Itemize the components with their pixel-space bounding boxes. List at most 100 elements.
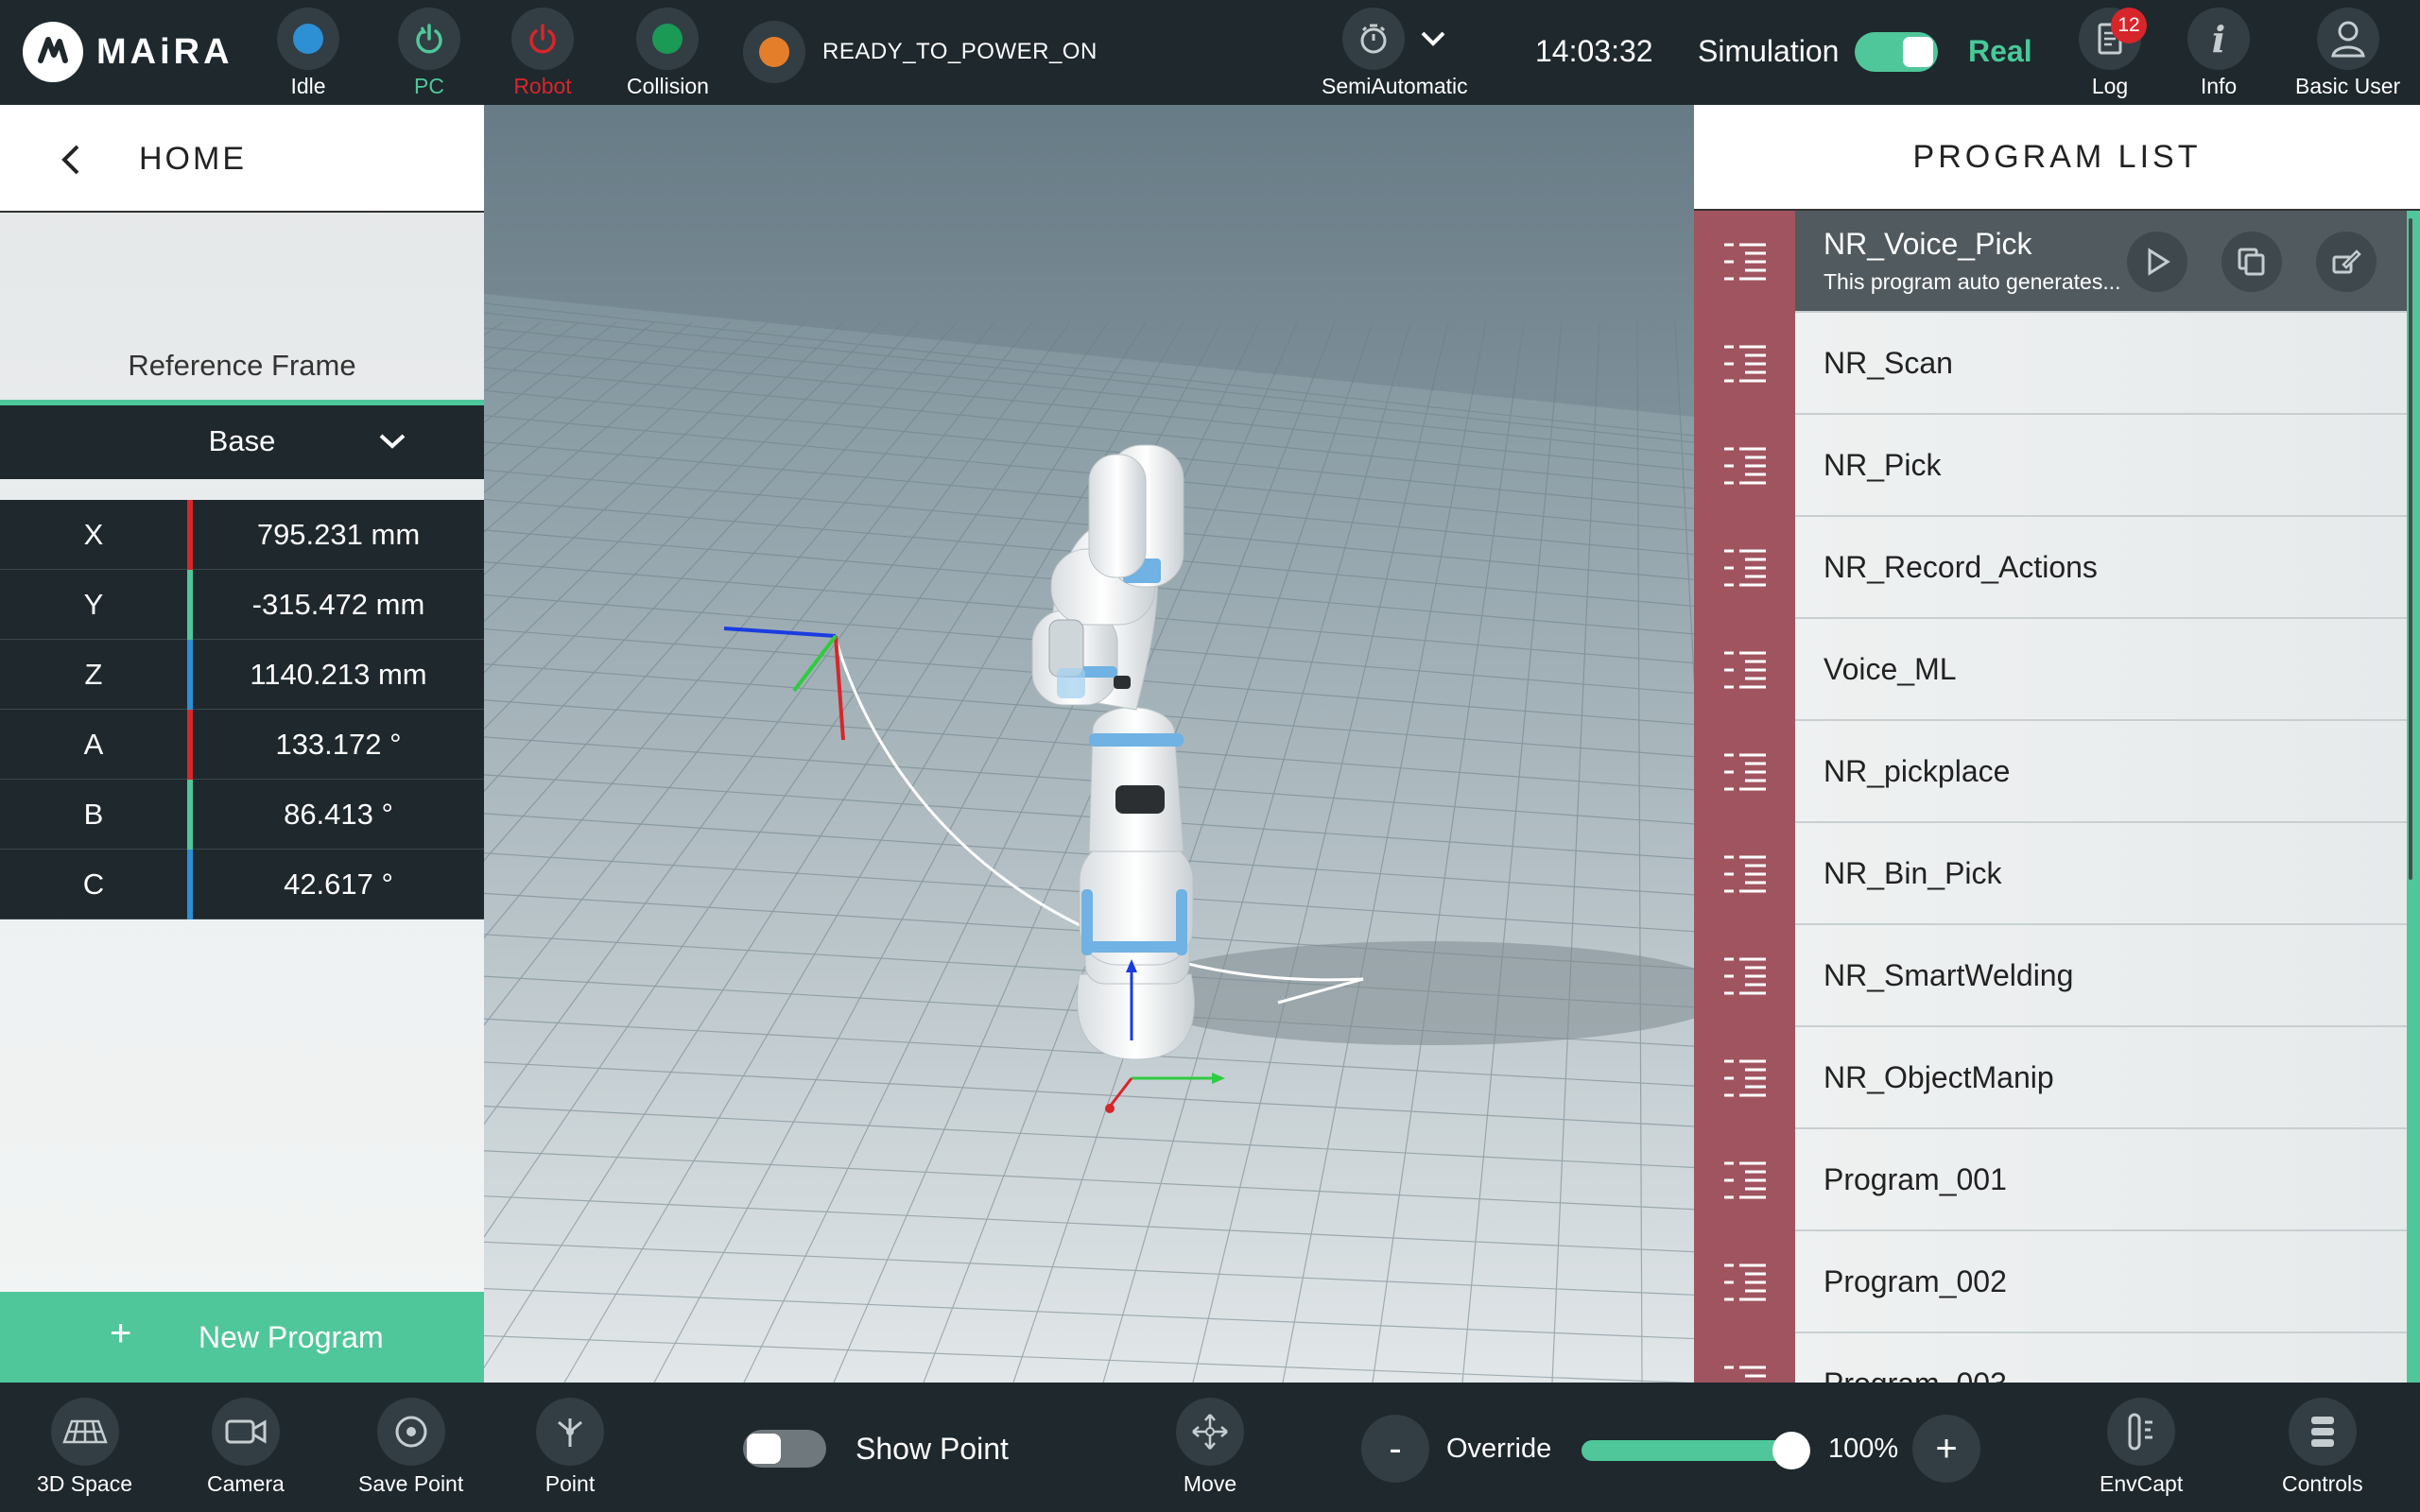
program-row[interactable]: Program_001 xyxy=(1694,1129,2420,1231)
info-button[interactable]: i Info xyxy=(2187,8,2250,99)
status-collision[interactable]: Collision xyxy=(627,8,709,99)
simulation-label: Simulation xyxy=(1698,34,1840,68)
program-list-icon xyxy=(1694,721,1795,823)
override-decrease-button[interactable]: - xyxy=(1361,1415,1429,1483)
program-list-icon xyxy=(1694,1129,1795,1231)
show-point-toggle[interactable] xyxy=(743,1430,826,1468)
coord-value: 795.231 mm xyxy=(256,517,421,551)
plus-icon: + xyxy=(110,1313,132,1354)
scrollbar-thumb[interactable] xyxy=(2409,218,2412,880)
program-row[interactable]: NR_Scan xyxy=(1694,313,2420,415)
program-row[interactable]: NR_Bin_Pick xyxy=(1694,823,2420,925)
log-label: Log xyxy=(2091,74,2129,98)
3d-grid-icon xyxy=(50,1398,119,1466)
coordinate-table: X 795.231 mm Y -315.472 mm Z 1140.213 mm A 1… xyxy=(0,499,484,919)
override-slider-handle[interactable] xyxy=(1772,1432,1810,1469)
status-pc[interactable]: PC xyxy=(398,8,460,99)
move-button[interactable]: Move xyxy=(1176,1398,1244,1497)
reference-frame-select[interactable]: Base xyxy=(0,400,484,479)
coord-row-a: A 133.172 ° xyxy=(0,709,484,780)
copy-icon xyxy=(2238,248,2265,276)
program-list-header: PROGRAM LIST xyxy=(1694,105,2420,211)
edit-program-button[interactable] xyxy=(2316,232,2377,292)
stopwatch-icon xyxy=(1342,8,1406,70)
program-list-icon xyxy=(1694,517,1795,619)
coord-value: 42.617 ° xyxy=(284,867,393,901)
program-row[interactable]: NR_Pick xyxy=(1694,415,2420,517)
user-button[interactable]: Basic User xyxy=(2295,8,2400,99)
program-name: NR_Record_Actions xyxy=(1824,549,2098,584)
toggle-knob xyxy=(1903,37,1933,67)
mode-selector[interactable]: SemiAutomatic xyxy=(1322,8,1468,99)
status-robot[interactable]: Robot xyxy=(511,8,574,99)
status-pc-label: PC xyxy=(414,74,444,98)
program-row[interactable]: Program_002 xyxy=(1694,1231,2420,1333)
coord-row-x: X 795.231 mm xyxy=(0,499,484,570)
program-row[interactable]: NR_SmartWelding xyxy=(1694,925,2420,1027)
play-icon xyxy=(2148,248,2170,276)
program-list: NR_Voice_Pick This program auto generates… xyxy=(1694,211,2420,1383)
program-row[interactable]: NR_Record_Actions xyxy=(1694,517,2420,619)
scene-3d xyxy=(484,294,1694,1383)
program-row[interactable]: Voice_ML xyxy=(1694,619,2420,721)
coord-value: 133.172 ° xyxy=(275,727,402,761)
program-list-panel: PROGRAM LIST NR_Voice_Pick This program a… xyxy=(1694,105,2420,1383)
program-row[interactable]: Program_003 xyxy=(1694,1333,2420,1383)
override-value: 100% xyxy=(1828,1434,1899,1464)
3d-space-button[interactable]: 3D Space xyxy=(37,1398,132,1497)
clock: 14:03:32 xyxy=(1535,34,1653,68)
status-idle[interactable]: Idle xyxy=(277,8,339,99)
3d-viewport[interactable] xyxy=(484,105,1694,1383)
controls-label: Controls xyxy=(2282,1471,2363,1496)
coord-row-b: B 86.413 ° xyxy=(0,779,484,850)
page-title: HOME xyxy=(139,141,247,177)
copy-program-button[interactable] xyxy=(2221,232,2282,292)
program-name: Program_001 xyxy=(1824,1161,2007,1196)
save-point-button[interactable]: Save Point xyxy=(358,1398,463,1497)
coord-axis: C xyxy=(82,867,105,901)
target-icon xyxy=(376,1398,445,1466)
program-name: NR_Scan xyxy=(1824,345,1953,380)
program-list-icon xyxy=(1694,1027,1795,1129)
program-list-icon xyxy=(1694,211,1795,313)
program-name: NR_Pick xyxy=(1824,447,1942,482)
program-row[interactable]: NR_ObjectManip xyxy=(1694,1027,2420,1129)
new-program-button[interactable]: + New Program xyxy=(0,1292,484,1383)
program-row[interactable]: NR_pickplace xyxy=(1694,721,2420,823)
camera-button[interactable]: Camera xyxy=(207,1398,285,1497)
coord-axis: X xyxy=(83,517,104,551)
collision-indicator-icon xyxy=(652,24,683,54)
edit-icon xyxy=(2332,249,2361,274)
override-increase-button[interactable]: + xyxy=(1912,1415,1980,1483)
controls-button[interactable]: Controls xyxy=(2282,1398,2363,1497)
override-slider[interactable] xyxy=(1582,1440,1791,1461)
program-row[interactable]: NR_Voice_Pick This program auto generates… xyxy=(1694,211,2420,313)
log-button[interactable]: 12 Log xyxy=(2079,8,2147,99)
program-list-icon xyxy=(1694,823,1795,925)
status-collision-label: Collision xyxy=(627,74,709,98)
mode-label: SemiAutomatic xyxy=(1322,74,1468,98)
envcapt-button[interactable]: EnvCapt xyxy=(2100,1398,2183,1497)
coord-axis: Y xyxy=(83,587,104,621)
program-name: Program_003 xyxy=(1824,1366,2007,1383)
coord-axis: A xyxy=(83,727,104,761)
coord-row-z: Z 1140.213 mm xyxy=(0,639,484,710)
program-name: NR_pickplace xyxy=(1824,753,2011,788)
simulation-real-toggle[interactable] xyxy=(1855,32,1938,72)
robot-state: READY_TO_POWER_ON xyxy=(743,21,1098,83)
program-list-icon xyxy=(1694,313,1795,415)
program-list-icon xyxy=(1694,1231,1795,1333)
point-button[interactable]: Point xyxy=(536,1398,604,1497)
reference-frame-label: Reference Frame xyxy=(128,349,356,382)
program-list-icon xyxy=(1694,619,1795,721)
coord-axis: Z xyxy=(84,657,103,691)
run-program-button[interactable] xyxy=(2127,232,2187,292)
back-arrow-icon[interactable] xyxy=(57,141,85,179)
camera-icon xyxy=(211,1398,280,1466)
3d-space-label: 3D Space xyxy=(37,1471,133,1496)
robot-power-icon xyxy=(511,8,574,70)
robot-state-text: READY_TO_POWER_ON xyxy=(822,39,1098,64)
show-point-label: Show Point xyxy=(856,1432,1009,1466)
move-arrows-icon xyxy=(1176,1398,1244,1466)
user-label: Basic User xyxy=(2295,74,2401,98)
